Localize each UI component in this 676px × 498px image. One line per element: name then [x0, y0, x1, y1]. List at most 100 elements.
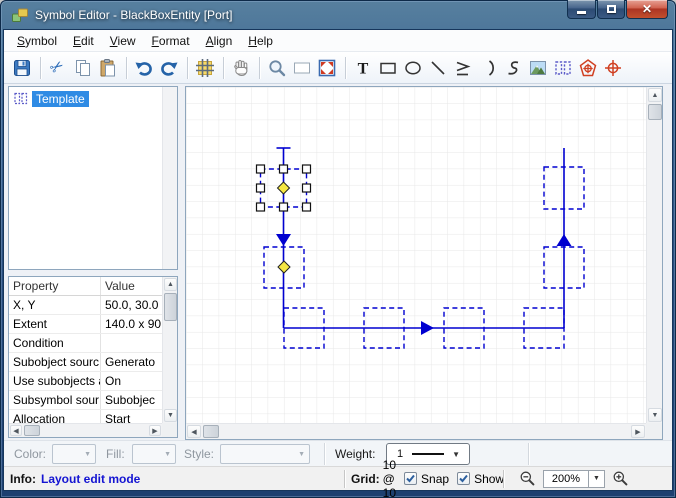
property-vertical-scrollbar[interactable]: ▲ ▼ [162, 277, 177, 423]
value-cell[interactable]: Subobjec [101, 391, 162, 409]
scrollbar-thumb[interactable] [648, 104, 662, 120]
curve-tool-button[interactable] [501, 56, 525, 80]
show-label: Show [474, 472, 504, 486]
snap-label: Snap [421, 472, 449, 486]
scrollbar-corner [162, 423, 177, 437]
tree-scrollbar[interactable] [162, 87, 177, 269]
cut-button[interactable]: ✂ [46, 56, 70, 80]
table-row[interactable]: Subobject sourc Generato [9, 353, 162, 372]
scroll-down-icon[interactable]: ▼ [164, 409, 177, 422]
scroll-left-icon[interactable]: ◀ [187, 425, 201, 438]
pan-button[interactable] [229, 56, 253, 80]
rectangle-tool-button[interactable] [376, 56, 400, 80]
scroll-right-icon[interactable]: ▶ [631, 425, 645, 438]
table-row[interactable]: Allocation Start [9, 410, 162, 423]
zoom-button[interactable] [265, 56, 289, 80]
value-cell[interactable] [101, 334, 162, 352]
scroll-up-icon[interactable]: ▲ [164, 278, 177, 291]
redo-button[interactable] [157, 56, 181, 80]
zoom-fit-button[interactable] [315, 56, 339, 80]
menu-help[interactable]: Help [240, 32, 281, 50]
style-dropdown[interactable]: ▼ [220, 444, 310, 464]
port-button[interactable] [576, 56, 600, 80]
scroll-right-icon[interactable]: ▶ [149, 425, 161, 436]
save-button[interactable] [10, 56, 34, 80]
snap-checkbox[interactable] [404, 472, 417, 485]
zoom-out-button[interactable] [519, 470, 536, 487]
arc-tool-button[interactable] [476, 56, 500, 80]
drawing-canvas[interactable] [186, 87, 646, 423]
menu-format[interactable]: Format [144, 32, 198, 50]
value-cell[interactable]: 50.0, 30.0 [101, 296, 162, 314]
line-tool-button[interactable] [426, 56, 450, 80]
value-cell[interactable]: Generato [101, 353, 162, 371]
ellipse-tool-button[interactable] [401, 56, 425, 80]
title-bar[interactable]: Symbol Editor - BlackBoxEntity [Port] ✕ [0, 0, 676, 30]
chevron-down-icon: ▼ [593, 475, 600, 482]
maximize-icon [607, 5, 616, 13]
connection-point-button[interactable] [601, 56, 625, 80]
canvas-horizontal-scrollbar[interactable]: ◀ ▶ [186, 423, 646, 439]
fill-label: Fill: [106, 447, 125, 461]
table-row[interactable]: Condition [9, 334, 162, 353]
scroll-left-icon[interactable]: ◀ [10, 425, 22, 436]
close-button[interactable]: ✕ [626, 0, 668, 19]
property-cell: Subobject sourc [9, 353, 101, 371]
ellipse-icon [403, 58, 423, 78]
format-separator [324, 443, 325, 465]
scroll-down-icon[interactable]: ▼ [648, 408, 662, 422]
scroll-up-icon[interactable]: ▲ [648, 88, 662, 102]
zoom-level-input[interactable]: 200% [543, 470, 589, 488]
magnifier-icon [267, 58, 287, 78]
image-tool-button[interactable] [526, 56, 550, 80]
zoom-in-button[interactable] [612, 470, 629, 487]
undo-button[interactable] [132, 56, 156, 80]
paste-button[interactable] [96, 56, 120, 80]
table-row[interactable]: Subsymbol sour Subobjec [9, 391, 162, 410]
zoom-level-dropdown-button[interactable]: ▼ [589, 470, 605, 488]
table-row[interactable]: Extent 140.0 x 90 [9, 315, 162, 334]
minimize-button[interactable] [567, 0, 596, 19]
scrollbar-thumb[interactable] [203, 425, 219, 438]
info-value: Layout edit mode [41, 472, 140, 486]
fill-dropdown[interactable]: ▼ [132, 444, 176, 464]
scrollbar-thumb[interactable] [24, 425, 40, 436]
property-table: Property Value X, Y 50.0, 30.0 Extent 14… [9, 277, 162, 423]
text-icon: T [353, 58, 373, 78]
menu-view[interactable]: View [102, 32, 144, 50]
property-horizontal-scrollbar[interactable]: ◀ ▶ [9, 423, 162, 437]
menu-align[interactable]: Align [198, 32, 241, 50]
redo-icon [159, 58, 179, 78]
chevron-down-icon: ▼ [84, 451, 91, 458]
table-row[interactable]: Use subobjects a On [9, 372, 162, 391]
select-rectangle-button[interactable] [290, 56, 314, 80]
text-tool-button[interactable]: T [351, 56, 375, 80]
tree-item-template[interactable]: Template [13, 90, 89, 107]
color-dropdown[interactable]: ▼ [52, 444, 96, 464]
toggle-grid-button[interactable] [193, 56, 217, 80]
table-row[interactable]: X, Y 50.0, 30.0 [9, 296, 162, 315]
value-cell[interactable]: 140.0 x 90 [101, 315, 162, 333]
menu-edit[interactable]: Edit [65, 32, 102, 50]
window-title: Symbol Editor - BlackBoxEntity [Port] [35, 8, 232, 22]
image-icon [528, 58, 548, 78]
menu-bar: Symbol Edit View Format Align Help [4, 30, 672, 52]
rectangle-icon [378, 58, 398, 78]
toolbar-separator [187, 57, 188, 79]
template-ports-button[interactable] [551, 56, 575, 80]
maximize-button[interactable] [597, 0, 625, 19]
scrollbar-thumb[interactable] [164, 293, 177, 321]
close-icon: ✕ [642, 3, 652, 15]
value-column-header: Value [101, 277, 162, 295]
paste-icon [98, 58, 118, 78]
symbol-drawing [186, 87, 646, 423]
value-cell[interactable]: Start [101, 410, 162, 423]
info-label: Info: [10, 472, 36, 486]
canvas-vertical-scrollbar[interactable]: ▲ ▼ [646, 87, 662, 423]
value-cell[interactable]: On [101, 372, 162, 390]
copy-button[interactable] [71, 56, 95, 80]
polyline-tool-button[interactable] [451, 56, 475, 80]
toolbar-separator [40, 57, 41, 79]
menu-symbol[interactable]: Symbol [9, 32, 65, 50]
show-checkbox[interactable] [457, 472, 470, 485]
